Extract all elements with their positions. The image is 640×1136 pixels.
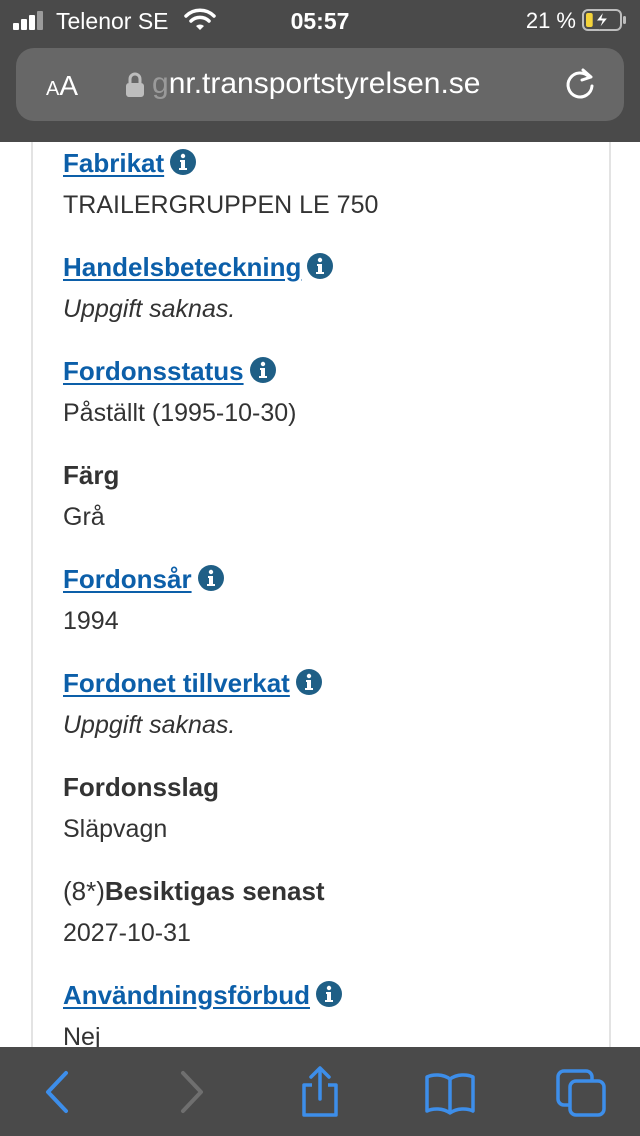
- fabrikat-label-link[interactable]: Fabrikat: [63, 148, 197, 178]
- fordonsstatus-label-link[interactable]: Fordonsstatus: [63, 356, 276, 386]
- lock-icon: [126, 72, 144, 97]
- browser-bottom-toolbar: [0, 1047, 640, 1136]
- info-icon[interactable]: [197, 565, 224, 591]
- forward-icon: [181, 1071, 203, 1113]
- address-bar[interactable]: AA gnr.transportstyrelsen.se: [16, 48, 624, 121]
- farg-value: Grå: [63, 503, 105, 531]
- battery-percentage: 21 %: [525, 8, 576, 33]
- handelsbeteckning-label-link[interactable]: Handelsbeteckning: [63, 252, 334, 282]
- fordonsstatus-value: Påställt (1995-10-30): [63, 399, 297, 427]
- field-fordonsstatus: Fordonsstatus Påställt (1995-10-30): [63, 356, 593, 428]
- text-size-button[interactable]: AA: [46, 70, 78, 105]
- footnote-reference: (8*): [63, 876, 105, 906]
- anvandningsforbud-value: Nej: [63, 1023, 101, 1047]
- field-fordonet-tillverkat: Fordonet tillverkat Uppgift saknas.: [63, 668, 593, 740]
- field-fordonsslag: Fordonsslag Släpvagn: [63, 772, 593, 844]
- share-icon[interactable]: [293, 1065, 347, 1119]
- info-icon[interactable]: [249, 357, 276, 383]
- url-text[interactable]: gnr.transportstyrelsen.se: [152, 66, 481, 102]
- fordonsslag-label: Fordonsslag: [63, 772, 220, 802]
- fordonsar-label-link[interactable]: Fordonsår: [63, 564, 224, 594]
- info-icon[interactable]: [315, 981, 342, 1007]
- fabrikat-value: TRAILERGRUPPEN LE 750: [63, 191, 379, 219]
- besiktigas-senast-value: 2027-10-31: [63, 919, 191, 947]
- info-icon[interactable]: [307, 253, 334, 279]
- browser-top-chrome: Telenor SE 05:57 21 % AA gnr.transportst…: [0, 0, 640, 142]
- battery-charging-icon: [582, 9, 626, 31]
- field-anvandningsforbud: Användningsförbud Nej: [63, 980, 593, 1047]
- page-content[interactable]: Fabrikat TRAILERGRUPPEN LE 750 Handelsbe…: [0, 142, 640, 1047]
- anvandningsforbud-label-link[interactable]: Användningsförbud: [63, 980, 342, 1010]
- back-icon[interactable]: [31, 1065, 85, 1119]
- fordonet-tillverkat-value: Uppgift saknas.: [63, 711, 236, 739]
- fordonet-tillverkat-label-link[interactable]: Fordonet tillverkat: [63, 668, 322, 698]
- status-bar: Telenor SE 05:57 21 %: [0, 0, 640, 44]
- info-icon[interactable]: [170, 149, 197, 175]
- info-icon[interactable]: [295, 669, 322, 695]
- fordonsar-value: 1994: [63, 607, 119, 635]
- handelsbeteckning-value: Uppgift saknas.: [63, 295, 236, 323]
- field-fordonsar: Fordonsår 1994: [63, 564, 593, 636]
- farg-label: Färg: [63, 460, 120, 490]
- reload-icon[interactable]: [562, 66, 598, 102]
- fordonsslag-value: Släpvagn: [63, 815, 168, 843]
- bookmarks-icon[interactable]: [423, 1065, 477, 1119]
- field-besiktigas-senast: (8*)Besiktigas senast 2027-10-31: [63, 876, 593, 948]
- field-handelsbeteckning: Handelsbeteckning Uppgift saknas.: [63, 252, 593, 324]
- field-farg: Färg Grå: [63, 460, 593, 532]
- besiktigas-senast-label: (8*)Besiktigas senast: [63, 876, 325, 906]
- field-fabrikat: Fabrikat TRAILERGRUPPEN LE 750: [63, 148, 593, 220]
- tabs-icon[interactable]: [554, 1065, 608, 1119]
